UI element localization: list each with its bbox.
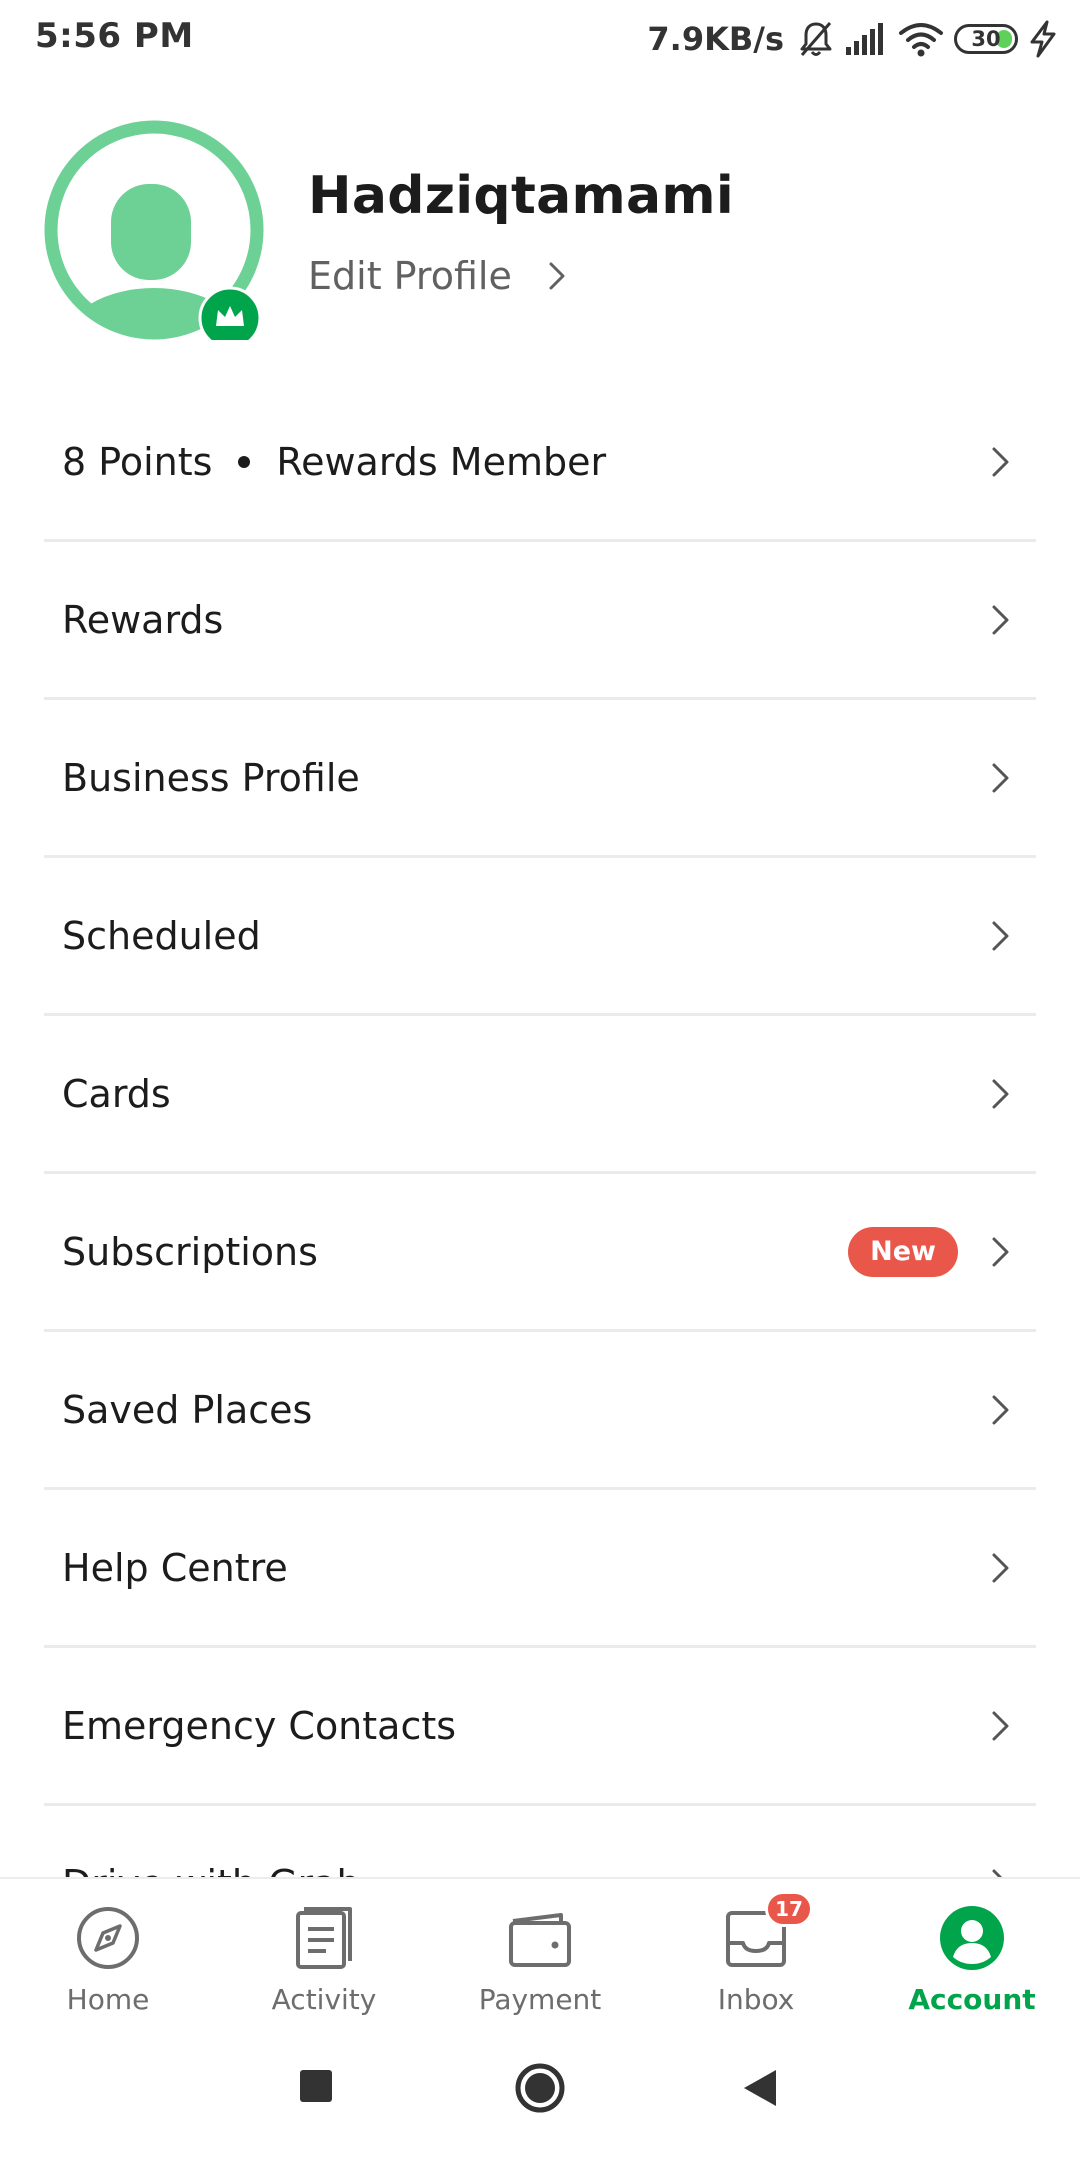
- network-speed: 7.9KB/s: [647, 20, 784, 58]
- nav-tab-home[interactable]: Home: [0, 1879, 216, 2030]
- menu-item-rewards[interactable]: Rewards: [44, 542, 1036, 700]
- inbox-count-badge: 17: [765, 1891, 813, 1927]
- rewards-tier-label: Rewards Member: [276, 439, 607, 484]
- profile-header: Hadziqtamami Edit Profile: [0, 110, 1080, 380]
- home-button-icon[interactable]: [514, 2062, 566, 2114]
- battery-level: 30: [971, 26, 1001, 51]
- edit-profile-label: Edit Profile: [308, 254, 512, 298]
- system-navigation-bar: [0, 2030, 1080, 2160]
- menu-item-label: Help Centre: [62, 1545, 288, 1590]
- chevron-right-icon: [549, 262, 565, 290]
- separator-dot: [238, 455, 251, 468]
- points-label: 8 Points: [62, 439, 213, 484]
- chevron-right-icon: [992, 447, 1009, 476]
- chevron-right-icon: [992, 1237, 1009, 1266]
- menu-item-help-centre[interactable]: Help Centre: [44, 1490, 1036, 1648]
- wifi-icon: [899, 23, 943, 57]
- menu-item-label: Scheduled: [62, 913, 261, 958]
- status-icons: 7.9KB/s 30: [647, 14, 1058, 64]
- bottom-navigation: Home Activity Payment 17 Inbox Account: [0, 1877, 1080, 2030]
- battery-icon: 30: [954, 24, 1018, 54]
- avatar-placeholder-icon: [44, 120, 264, 350]
- chevron-right-icon: [992, 921, 1009, 950]
- menu-item-emergency-contacts[interactable]: Emergency Contacts: [44, 1648, 1036, 1806]
- account-icon: [940, 1906, 1004, 1970]
- chevron-right-icon: [992, 763, 1009, 792]
- nav-tab-activity[interactable]: Activity: [216, 1879, 432, 2030]
- nav-label: Activity: [271, 1983, 377, 2016]
- nav-label: Home: [66, 1983, 150, 2016]
- account-screen: 5:56 PM 7.9KB/s 30 Hadziqtamami Edit Pro…: [0, 0, 1080, 2160]
- wallet-icon: [509, 1913, 571, 1967]
- chevron-right-icon: [992, 1395, 1009, 1424]
- menu-item-business-profile[interactable]: Business Profile: [44, 700, 1036, 858]
- document-icon: [296, 1907, 352, 1969]
- chevron-right-icon: [992, 1711, 1009, 1740]
- compass-icon: [77, 1907, 139, 1969]
- nav-tab-payment[interactable]: Payment: [432, 1879, 648, 2030]
- profile-name: Hadziqtamami: [308, 166, 734, 226]
- menu-item-label: Business Profile: [62, 755, 360, 800]
- account-menu: 8 Points Rewards Member Rewards Business…: [44, 384, 1036, 1964]
- nav-label: Inbox: [717, 1983, 795, 2016]
- chevron-right-icon: [992, 1553, 1009, 1582]
- menu-item-saved-places[interactable]: Saved Places: [44, 1332, 1036, 1490]
- bell-muted-icon: [800, 22, 832, 56]
- charging-icon: [1030, 20, 1056, 58]
- menu-item-label: Cards: [62, 1071, 171, 1116]
- avatar[interactable]: [44, 120, 264, 350]
- nav-label: Payment: [478, 1983, 602, 2016]
- menu-item-label: Subscriptions: [62, 1229, 318, 1274]
- menu-item-label: Rewards: [62, 597, 224, 642]
- menu-item-points[interactable]: 8 Points Rewards Member: [44, 384, 1036, 542]
- signal-icon: [846, 23, 883, 55]
- back-button-icon[interactable]: [742, 2068, 778, 2108]
- nav-tab-account[interactable]: Account: [864, 1879, 1080, 2030]
- recent-apps-icon[interactable]: [298, 2068, 334, 2104]
- nav-label: Account: [908, 1983, 1036, 2016]
- chevron-right-icon: [992, 605, 1009, 634]
- status-time: 5:56 PM: [35, 16, 194, 56]
- new-badge: New: [848, 1226, 958, 1277]
- menu-item-subscriptions[interactable]: Subscriptions New: [44, 1174, 1036, 1332]
- menu-item-label: Saved Places: [62, 1387, 313, 1432]
- menu-item-label: Emergency Contacts: [62, 1703, 457, 1748]
- edit-profile-link[interactable]: Edit Profile: [308, 248, 566, 304]
- menu-item-scheduled[interactable]: Scheduled: [44, 858, 1036, 1016]
- nav-tab-inbox[interactable]: 17 Inbox: [648, 1879, 864, 2030]
- menu-item-cards[interactable]: Cards: [44, 1016, 1036, 1174]
- status-bar: 5:56 PM 7.9KB/s 30: [0, 0, 1080, 80]
- chevron-right-icon: [992, 1079, 1009, 1108]
